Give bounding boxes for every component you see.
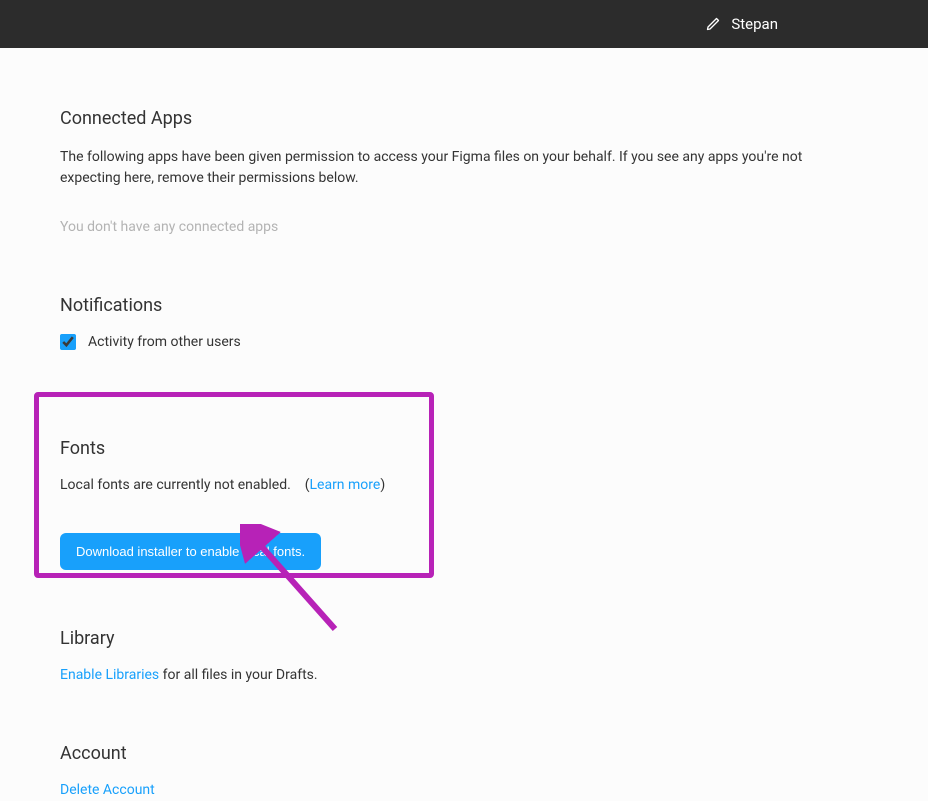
connected-apps-description: The following apps have been given permi… (60, 147, 840, 189)
delete-account-link[interactable]: Delete Account (60, 782, 155, 798)
fonts-status-text: Local fonts are currently not enabled. (60, 477, 291, 493)
activity-checkbox-row: Activity from other users (60, 334, 868, 350)
close-paren: ) (380, 477, 385, 493)
notifications-section: Notifications Activity from other users (60, 295, 868, 350)
library-text: Enable Libraries for all files in your D… (60, 667, 868, 683)
settings-content: Connected Apps The following apps have b… (0, 48, 928, 798)
library-title: Library (60, 628, 868, 649)
notifications-title: Notifications (60, 295, 868, 316)
activity-checkbox-label: Activity from other users (88, 334, 241, 350)
connected-apps-section: Connected Apps The following apps have b… (60, 108, 868, 235)
header-username: Stepan (731, 15, 778, 33)
fonts-status-line: Local fonts are currently not enabled. (… (60, 477, 868, 493)
account-section: Account Delete Account (60, 743, 868, 798)
fonts-title: Fonts (60, 438, 868, 459)
library-section: Library Enable Libraries for all files i… (60, 628, 868, 683)
app-header: Stepan (0, 0, 928, 48)
download-installer-button[interactable]: Download installer to enable local fonts… (60, 533, 321, 570)
connected-apps-title: Connected Apps (60, 108, 868, 129)
enable-libraries-link[interactable]: Enable Libraries (60, 667, 159, 683)
pencil-icon (705, 16, 721, 32)
account-text: Delete Account (60, 782, 868, 798)
fonts-section: Fonts Local fonts are currently not enab… (60, 410, 868, 578)
library-tail-text: for all files in your Drafts. (159, 667, 317, 683)
activity-checkbox[interactable] (60, 334, 76, 350)
connected-apps-empty: You don't have any connected apps (60, 219, 868, 235)
fonts-learn-more-link[interactable]: Learn more (309, 477, 380, 493)
account-title: Account (60, 743, 868, 764)
header-user[interactable]: Stepan (705, 15, 778, 33)
